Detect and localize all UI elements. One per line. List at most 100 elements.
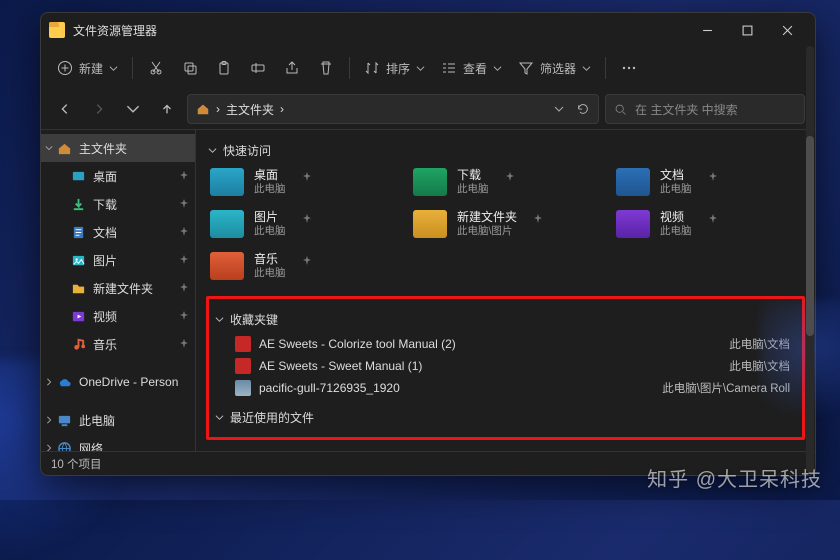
- sidebar-item[interactable]: 文档: [41, 218, 195, 246]
- item-name: 视频: [660, 210, 692, 225]
- forward-button[interactable]: [85, 95, 113, 123]
- pdf-icon: [235, 336, 251, 352]
- chevron-down-icon: [215, 413, 224, 422]
- folder-icon: [71, 281, 86, 296]
- folder-icon: [71, 337, 86, 352]
- more-button[interactable]: [614, 53, 644, 83]
- quick-access-item[interactable]: 视频 此电脑: [612, 206, 805, 242]
- search-box[interactable]: 在 主文件夹 中搜索: [605, 94, 805, 124]
- chevron-down-icon: [582, 64, 591, 73]
- folder-icon: [71, 309, 86, 324]
- up-button[interactable]: [153, 95, 181, 123]
- sidebar-label: 网络: [79, 440, 103, 452]
- navigation-row: › 主文件夹 › 在 主文件夹 中搜索: [41, 89, 815, 129]
- quick-access-item[interactable]: 文档 此电脑: [612, 164, 805, 200]
- sort-button[interactable]: 排序: [358, 53, 431, 83]
- network-icon: [57, 441, 72, 452]
- folder-thumb: [413, 210, 447, 238]
- favorite-item[interactable]: pacific-gull-7126935_1920 此电脑\图片\Camera …: [215, 377, 796, 399]
- section-label: 快速访问: [223, 142, 271, 159]
- chevron-right-icon: [45, 416, 53, 424]
- paste-button[interactable]: [209, 53, 239, 83]
- cut-button[interactable]: [141, 53, 171, 83]
- divider: [132, 57, 133, 79]
- item-name: 新建文件夹: [457, 210, 517, 225]
- crumb-sep: ›: [280, 102, 284, 116]
- file-location: 此电脑\文档: [729, 336, 790, 352]
- sidebar-label: 视频: [93, 308, 117, 325]
- pc-icon: [57, 413, 72, 428]
- sidebar: 主文件夹 桌面 下载 文档 图片 新建文件夹 视频 音乐 OneDrive - …: [41, 130, 196, 451]
- filter-button[interactable]: 筛选器: [512, 53, 597, 83]
- item-count: 10 个项目: [51, 456, 102, 472]
- pin-icon: [179, 339, 189, 349]
- sidebar-label: 音乐: [93, 336, 117, 353]
- quick-access-item[interactable]: 图片 此电脑: [206, 206, 399, 242]
- favorite-item[interactable]: AE Sweets - Sweet Manual (1) 此电脑\文档: [215, 355, 796, 377]
- item-path: 此电脑: [660, 183, 692, 196]
- quick-access-item[interactable]: 音乐 此电脑: [206, 248, 399, 284]
- pin-icon: [505, 172, 515, 182]
- address-bar[interactable]: › 主文件夹 ›: [187, 94, 599, 124]
- rename-button[interactable]: [243, 53, 273, 83]
- chevron-right-icon: [45, 444, 53, 451]
- explorer-icon: [49, 22, 65, 38]
- quick-access-item[interactable]: 桌面 此电脑: [206, 164, 399, 200]
- sidebar-label: 新建文件夹: [93, 280, 153, 297]
- close-button[interactable]: [767, 13, 807, 47]
- quick-access-item[interactable]: 新建文件夹 此电脑\图片: [409, 206, 602, 242]
- folder-thumb: [616, 168, 650, 196]
- sort-label: 排序: [386, 60, 410, 77]
- chevron-down-icon: [45, 144, 53, 152]
- maximize-button[interactable]: [727, 13, 767, 47]
- sidebar-item-onedrive[interactable]: OneDrive - Person: [41, 368, 195, 396]
- window-title: 文件资源管理器: [73, 22, 157, 39]
- minimize-button[interactable]: [687, 13, 727, 47]
- sidebar-item[interactable]: 下载: [41, 190, 195, 218]
- pin-icon: [708, 214, 718, 224]
- back-button[interactable]: [51, 95, 79, 123]
- sidebar-label: OneDrive - Person: [79, 375, 178, 389]
- item-name: 图片: [254, 210, 286, 225]
- recent-locations-button[interactable]: [119, 95, 147, 123]
- sidebar-item[interactable]: 音乐: [41, 330, 195, 358]
- home-icon: [57, 141, 72, 156]
- item-name: 桌面: [254, 168, 286, 183]
- explorer-window: 文件资源管理器 新建 排序 查看 筛选器: [40, 12, 816, 476]
- divider: [605, 57, 606, 79]
- sidebar-item[interactable]: 视频: [41, 302, 195, 330]
- copy-button[interactable]: [175, 53, 205, 83]
- section-label: 最近使用的文件: [230, 409, 314, 426]
- pin-icon: [179, 227, 189, 237]
- folder-icon: [71, 225, 86, 240]
- sidebar-label: 图片: [93, 252, 117, 269]
- scrollbar-thumb[interactable]: [806, 136, 814, 336]
- new-button[interactable]: 新建: [51, 53, 124, 83]
- view-button[interactable]: 查看: [435, 53, 508, 83]
- section-quick-access[interactable]: 快速访问: [208, 138, 805, 162]
- quick-access-item[interactable]: 下载 此电脑: [409, 164, 602, 200]
- sidebar-label: 文档: [93, 224, 117, 241]
- new-label: 新建: [79, 60, 103, 77]
- chevron-down-icon: [208, 146, 217, 155]
- section-favorites[interactable]: 收藏夹键: [215, 307, 796, 331]
- scrollbar[interactable]: [806, 46, 814, 472]
- section-recent[interactable]: 最近使用的文件: [215, 405, 796, 429]
- pin-icon: [302, 256, 312, 266]
- sidebar-item-home[interactable]: 主文件夹: [41, 134, 195, 162]
- chevron-down-icon: [493, 64, 502, 73]
- divider: [349, 57, 350, 79]
- refresh-icon[interactable]: [576, 102, 590, 116]
- chevron-down-icon[interactable]: [554, 104, 564, 114]
- sidebar-item[interactable]: 图片: [41, 246, 195, 274]
- favorite-item[interactable]: AE Sweets - Colorize tool Manual (2) 此电脑…: [215, 333, 796, 355]
- delete-button[interactable]: [311, 53, 341, 83]
- share-button[interactable]: [277, 53, 307, 83]
- search-placeholder: 在 主文件夹 中搜索: [635, 101, 738, 118]
- folder-icon: [71, 253, 86, 268]
- sidebar-item-thispc[interactable]: 此电脑: [41, 406, 195, 434]
- crumb-root[interactable]: 主文件夹: [226, 101, 274, 118]
- sidebar-item[interactable]: 桌面: [41, 162, 195, 190]
- sidebar-item[interactable]: 新建文件夹: [41, 274, 195, 302]
- sidebar-item-network[interactable]: 网络: [41, 434, 195, 451]
